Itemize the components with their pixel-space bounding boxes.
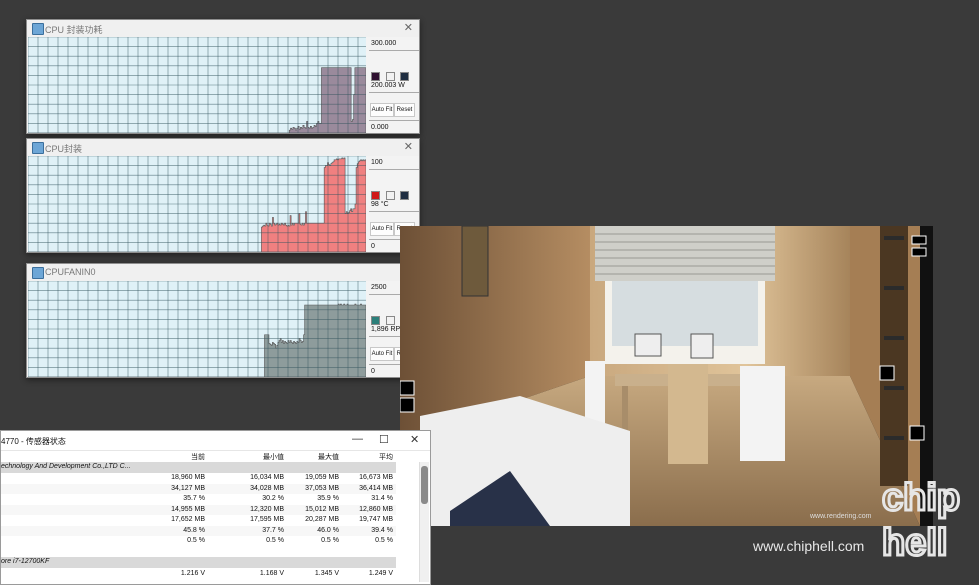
- maximize-icon[interactable]: ☐: [379, 433, 389, 446]
- close-icon[interactable]: ✕: [410, 433, 419, 446]
- graph-window-cpu-fan: CPUFANIN0 ✕ 2500 1,896 RPM Auto Fit Rese…: [26, 263, 420, 378]
- line-color-swatch[interactable]: [400, 72, 409, 81]
- title-bar[interactable]: CPU 封装功耗 ✕: [27, 20, 419, 37]
- graph-plot-area: [28, 156, 366, 252]
- value-avg: 31.4 %: [371, 495, 393, 502]
- divider: [369, 50, 419, 51]
- auto-fit-button[interactable]: Auto Fit: [370, 347, 394, 361]
- scrollbar-thumb[interactable]: [421, 466, 428, 504]
- value-current: 0.5 %: [187, 537, 205, 544]
- sensor-window-title: 4770 - 传感器状态: [1, 437, 66, 446]
- hwinfo-app-icon: [32, 267, 44, 279]
- title-bar[interactable]: CPUFANIN0 ✕: [27, 264, 419, 281]
- hwinfo-app-icon: [32, 23, 44, 35]
- area-color-swatch[interactable]: [386, 191, 395, 200]
- current-value-label: 200.003 W: [371, 82, 405, 89]
- current-value-label: 98 °C: [371, 201, 389, 208]
- value-avg: 36,414 MB: [359, 484, 393, 492]
- chiphell-logo: chip hell: [881, 476, 962, 566]
- fill-color-swatch[interactable]: [371, 316, 380, 325]
- sensor-group-header[interactable]: ore i7-12700KF: [1, 557, 396, 568]
- vertical-scrollbar[interactable]: [419, 462, 429, 582]
- value-current: 18,960 MB: [171, 474, 205, 481]
- value-current: 14,955 MB: [171, 505, 205, 513]
- graph-side-panel: 300.000 200.003 W Auto Fit Reset 0.000: [369, 38, 419, 136]
- sensor-group-header[interactable]: echnology And Development Co.,LTD C...: [1, 462, 396, 473]
- group-label: ore i7-12700KF: [1, 558, 50, 565]
- scale-min-label: 0.000: [371, 124, 389, 131]
- divider: [369, 92, 419, 93]
- auto-fit-button[interactable]: Auto Fit: [370, 103, 394, 117]
- graph-window-package-power: CPU 封装功耗 ✕ 300.000 200.003 W Auto Fit Re…: [26, 19, 420, 134]
- hwinfo-app-icon: [32, 142, 44, 154]
- fill-color-swatch[interactable]: [371, 72, 380, 81]
- fill-color-swatch[interactable]: [371, 191, 380, 200]
- logo-top-text: chip: [882, 477, 960, 519]
- sensor-status-window: 4770 - 传感器状态 — ☐ ✕ 当前 最小值 最大值 平均 echnolo…: [0, 430, 431, 585]
- sensor-row[interactable]: 35.7 % 30.2 % 35.9 % 31.4 %: [1, 494, 396, 505]
- auto-fit-button[interactable]: Auto Fit: [370, 222, 394, 236]
- area-color-swatch[interactable]: [386, 72, 395, 81]
- scale-max-label: 300.000: [371, 40, 397, 47]
- sensor-row-blank: [1, 547, 396, 558]
- value-avg: 16,673 MB: [359, 474, 393, 481]
- graph-title: CPUFANIN0: [45, 267, 96, 277]
- scale-min-label: 0: [371, 368, 375, 375]
- close-icon[interactable]: ✕: [404, 140, 413, 153]
- value-avg: 39.4 %: [371, 526, 393, 534]
- value-avg: 19,747 MB: [359, 516, 393, 523]
- group-label: echnology And Development Co.,LTD C...: [1, 463, 131, 470]
- line-color-swatch[interactable]: [400, 191, 409, 200]
- value-current: 45.8 %: [183, 526, 205, 534]
- graph-window-package-temp: CPU封装 ✕ 100 98 °C Auto Fit Reset 0: [26, 138, 420, 253]
- sensor-row[interactable]: 0.5 % 0.5 % 0.5 % 0.5 %: [1, 536, 396, 547]
- value-current: 17,652 MB: [171, 516, 205, 523]
- logo-bottom-text: hell: [882, 522, 947, 564]
- divider: [369, 211, 419, 212]
- value-current: 35.7 %: [183, 495, 205, 502]
- graph-title: CPU 封装功耗: [45, 25, 103, 35]
- column-header-avg[interactable]: 平均: [323, 452, 393, 462]
- sensor-row[interactable]: 34,127 MB 34,028 MB 37,053 MB 36,414 MB: [1, 483, 396, 494]
- scale-min-label: 0: [371, 243, 375, 250]
- sensor-row[interactable]: 45.8 % 37.7 % 46.0 % 39.4 %: [1, 525, 396, 536]
- watermark-url: www.chiphell.com: [753, 538, 865, 554]
- photo-credit-text: www.rendering.com: [809, 513, 872, 520]
- minimize-icon[interactable]: —: [352, 433, 363, 445]
- graph-plot-area: [28, 281, 366, 377]
- value-current: 34,127 MB: [171, 484, 205, 492]
- value-avg: 12,860 MB: [359, 505, 393, 513]
- room-render-image: www.rendering.com: [400, 226, 933, 526]
- graph-title: CPU封装: [45, 144, 83, 154]
- area-color-swatch[interactable]: [386, 316, 395, 325]
- sensor-row[interactable]: 18,960 MB 16,034 MB 19,059 MB 16,673 MB: [1, 473, 396, 484]
- sensor-window-title-bar[interactable]: 4770 - 传感器状态 — ☐ ✕: [1, 431, 430, 451]
- sensor-row[interactable]: 1.216 V 1.168 V 1.345 V 1.249 V: [1, 569, 396, 580]
- value-avg: 0.5 %: [375, 537, 393, 544]
- value-current: 1.216 V: [180, 570, 205, 577]
- graph-plot-area: [28, 37, 366, 133]
- scale-max-label: 2500: [371, 284, 387, 291]
- column-header-current[interactable]: 当前: [135, 452, 205, 462]
- value-avg: 1.249 V: [368, 570, 393, 577]
- sensor-row[interactable]: 17,652 MB 17,595 MB 20,287 MB 19,747 MB: [1, 515, 396, 526]
- reset-button[interactable]: Reset: [394, 103, 415, 117]
- divider: [369, 120, 419, 121]
- divider: [369, 169, 419, 170]
- title-bar[interactable]: CPU封装 ✕: [27, 139, 419, 156]
- sensor-row[interactable]: 14,955 MB 12,320 MB 15,012 MB 12,860 MB: [1, 504, 396, 515]
- scale-max-label: 100: [371, 159, 383, 166]
- close-icon[interactable]: ✕: [404, 21, 413, 34]
